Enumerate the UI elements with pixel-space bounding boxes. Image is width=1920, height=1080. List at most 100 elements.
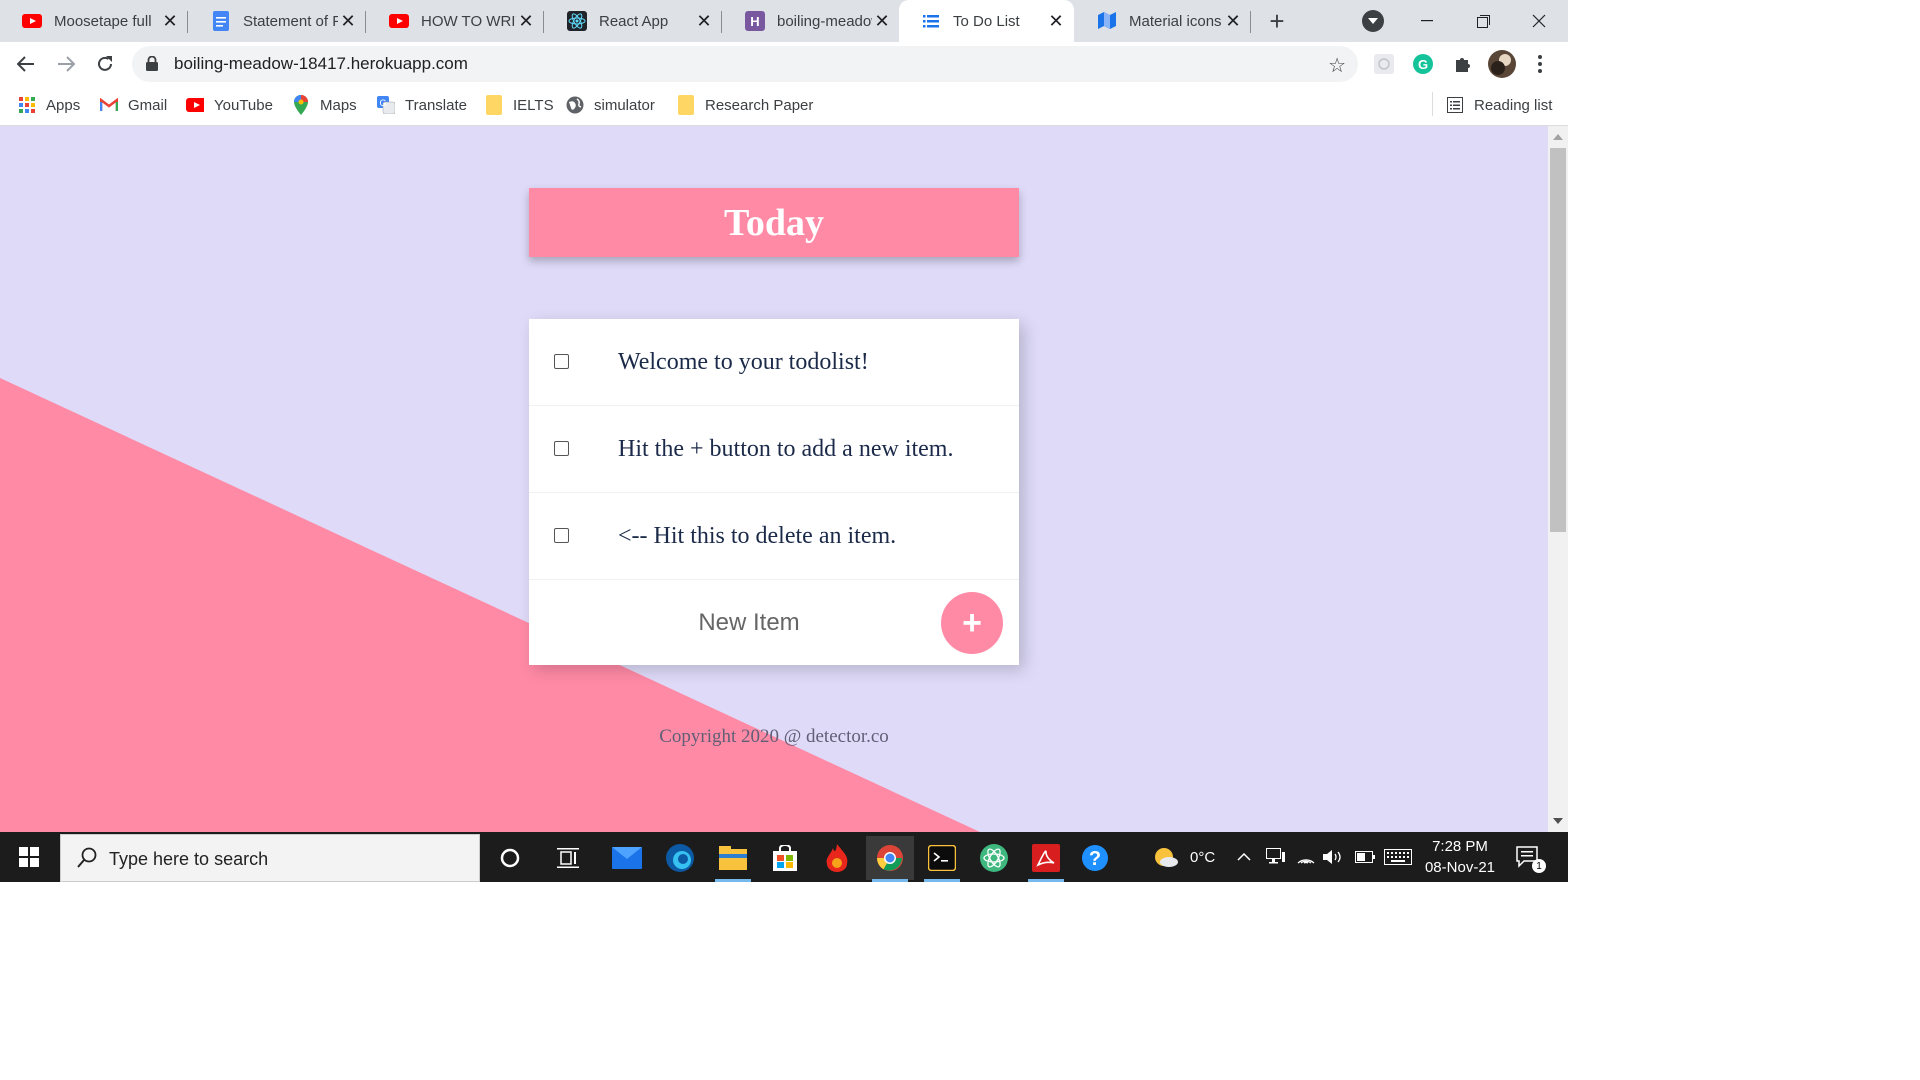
menu-dots-icon[interactable] xyxy=(1528,52,1552,76)
taskbar-clock[interactable]: 7:28 PM 08-Nov-21 xyxy=(1416,836,1504,878)
bookmark-research-paper[interactable]: Research Paper xyxy=(677,94,813,116)
item-text: Welcome to your todolist! xyxy=(618,348,869,375)
tab-boiling-meadow[interactable]: H boiling-meadow ✕ xyxy=(723,0,900,42)
network-pc-icon[interactable] xyxy=(1266,832,1286,882)
heroku-icon: H xyxy=(745,11,765,31)
close-icon[interactable]: ✕ xyxy=(160,11,180,31)
page-scrollbar[interactable] xyxy=(1548,126,1568,832)
close-icon[interactable]: ✕ xyxy=(1223,11,1243,31)
bookmark-label: YouTube xyxy=(214,96,273,114)
restore-button[interactable] xyxy=(1468,6,1498,36)
close-icon[interactable]: ✕ xyxy=(1046,11,1066,31)
address-bar[interactable]: boiling-meadow-18417.herokuapp.com ☆ xyxy=(132,46,1358,82)
bookmarks-bar: Apps Gmail YouTube Maps G Translate IELT… xyxy=(0,86,1568,126)
item-checkbox[interactable] xyxy=(554,441,569,456)
reading-list-label: Reading list xyxy=(1474,96,1553,114)
scrollbar-thumb[interactable] xyxy=(1550,148,1566,532)
weather-widget[interactable]: 0°C xyxy=(1152,832,1215,882)
grammarly-icon[interactable]: G xyxy=(1411,52,1435,76)
bookmark-translate[interactable]: G Translate xyxy=(377,94,467,116)
reading-list-button[interactable]: Reading list xyxy=(1446,94,1552,116)
keyboard-icon[interactable] xyxy=(1384,832,1412,882)
acrobat-icon[interactable] xyxy=(1022,836,1070,882)
folder-icon xyxy=(677,95,695,115)
volume-icon[interactable] xyxy=(1323,832,1345,882)
back-button[interactable] xyxy=(12,50,40,78)
bookmark-label: simulator xyxy=(594,96,655,114)
lock-icon xyxy=(146,55,158,76)
close-window-button[interactable] xyxy=(1524,6,1554,36)
bookmark-youtube[interactable]: YouTube xyxy=(186,94,273,116)
item-text: Hit the + button to add a new item. xyxy=(618,435,954,462)
bookmark-apps[interactable]: Apps xyxy=(18,94,80,116)
tab-react-app[interactable]: React App ✕ xyxy=(545,0,722,42)
atom-icon[interactable] xyxy=(970,836,1018,880)
tab-to-do-list[interactable]: To Do List ✕ xyxy=(899,0,1074,42)
close-icon[interactable]: ✕ xyxy=(694,11,714,31)
help-icon[interactable]: ? xyxy=(1071,836,1119,880)
task-view-icon[interactable] xyxy=(544,836,592,880)
edge-icon[interactable] xyxy=(656,836,704,880)
notifications-button[interactable]: 1 xyxy=(1516,832,1546,882)
list-item: Hit the + button to add a new item. xyxy=(529,406,1019,493)
close-icon[interactable]: ✕ xyxy=(338,11,358,31)
chrome-icon[interactable] xyxy=(866,836,914,882)
url-text: boiling-meadow-18417.herokuapp.com xyxy=(174,54,468,73)
terminal-icon[interactable] xyxy=(918,836,966,882)
svg-text:?: ? xyxy=(1089,848,1101,870)
new-tab-button[interactable]: + xyxy=(1262,6,1292,36)
tab-title: Moosetape full xyxy=(54,12,152,30)
file-explorer-icon[interactable] xyxy=(709,836,757,882)
show-hidden-icons-button[interactable] xyxy=(1237,832,1251,882)
store-icon[interactable] xyxy=(761,836,809,880)
item-text: <-- Hit this to delete an item. xyxy=(618,522,897,549)
notification-icon: 1 xyxy=(1516,846,1546,873)
extensions-puzzle-icon[interactable] xyxy=(1450,52,1474,76)
extension-icon[interactable] xyxy=(1372,52,1396,76)
reload-button[interactable] xyxy=(91,50,119,78)
tab-search-button[interactable] xyxy=(1362,10,1384,32)
item-checkbox[interactable] xyxy=(554,528,569,543)
add-item-button[interactable]: + xyxy=(941,592,1003,654)
taskbar-search-box[interactable]: Type here to search xyxy=(60,834,480,882)
tab-moosetape[interactable]: Moosetape full ✕ xyxy=(0,0,188,42)
bookmark-label: Apps xyxy=(46,96,81,114)
bookmark-simulator[interactable]: simulator xyxy=(566,94,655,116)
forward-button[interactable] xyxy=(52,50,80,78)
start-button[interactable] xyxy=(0,832,58,882)
minimize-button[interactable] xyxy=(1412,6,1442,36)
tab-title: React App xyxy=(599,12,669,30)
google-docs-icon xyxy=(211,11,231,31)
bookmark-label: Maps xyxy=(320,96,357,114)
scroll-down-arrow[interactable] xyxy=(1553,818,1563,824)
profile-avatar[interactable] xyxy=(1488,50,1516,78)
battery-icon[interactable] xyxy=(1355,832,1375,882)
bookmark-ielts[interactable]: IELTS xyxy=(485,94,554,116)
tab-title: Statement of Pu xyxy=(243,12,338,30)
tab-statement[interactable]: Statement of Pu ✕ xyxy=(189,0,366,42)
list-item: <-- Hit this to delete an item. xyxy=(529,493,1019,580)
item-checkbox[interactable] xyxy=(554,354,569,369)
new-item-input[interactable] xyxy=(609,598,889,648)
translate-icon: G xyxy=(377,96,395,114)
wifi-icon[interactable] xyxy=(1296,832,1316,882)
bookmark-maps[interactable]: Maps xyxy=(292,94,357,116)
scroll-up-arrow[interactable] xyxy=(1553,134,1563,140)
react-icon xyxy=(567,11,587,31)
mail-icon[interactable] xyxy=(603,836,651,880)
close-icon[interactable]: ✕ xyxy=(872,11,892,31)
tab-how-to-write[interactable]: HOW TO WRITE ✕ xyxy=(367,0,544,42)
maps-pin-icon xyxy=(292,95,310,115)
bookmark-label: Translate xyxy=(405,96,467,114)
fire-app-icon[interactable] xyxy=(813,836,861,880)
cortana-icon[interactable] xyxy=(486,836,534,880)
svg-text:H: H xyxy=(750,14,759,29)
tab-title: Material icons xyxy=(1129,12,1222,30)
todo-list-box: Welcome to your todolist! Hit the + butt… xyxy=(529,319,1019,665)
tab-material-icons[interactable]: Material icons ✕ xyxy=(1075,0,1251,42)
tab-title: HOW TO WRITE xyxy=(421,12,516,30)
bookmark-star-icon[interactable]: ☆ xyxy=(1328,53,1346,78)
bookmark-gmail[interactable]: Gmail xyxy=(100,94,167,116)
close-icon[interactable]: ✕ xyxy=(516,11,536,31)
weather-sun-icon xyxy=(1152,846,1178,868)
